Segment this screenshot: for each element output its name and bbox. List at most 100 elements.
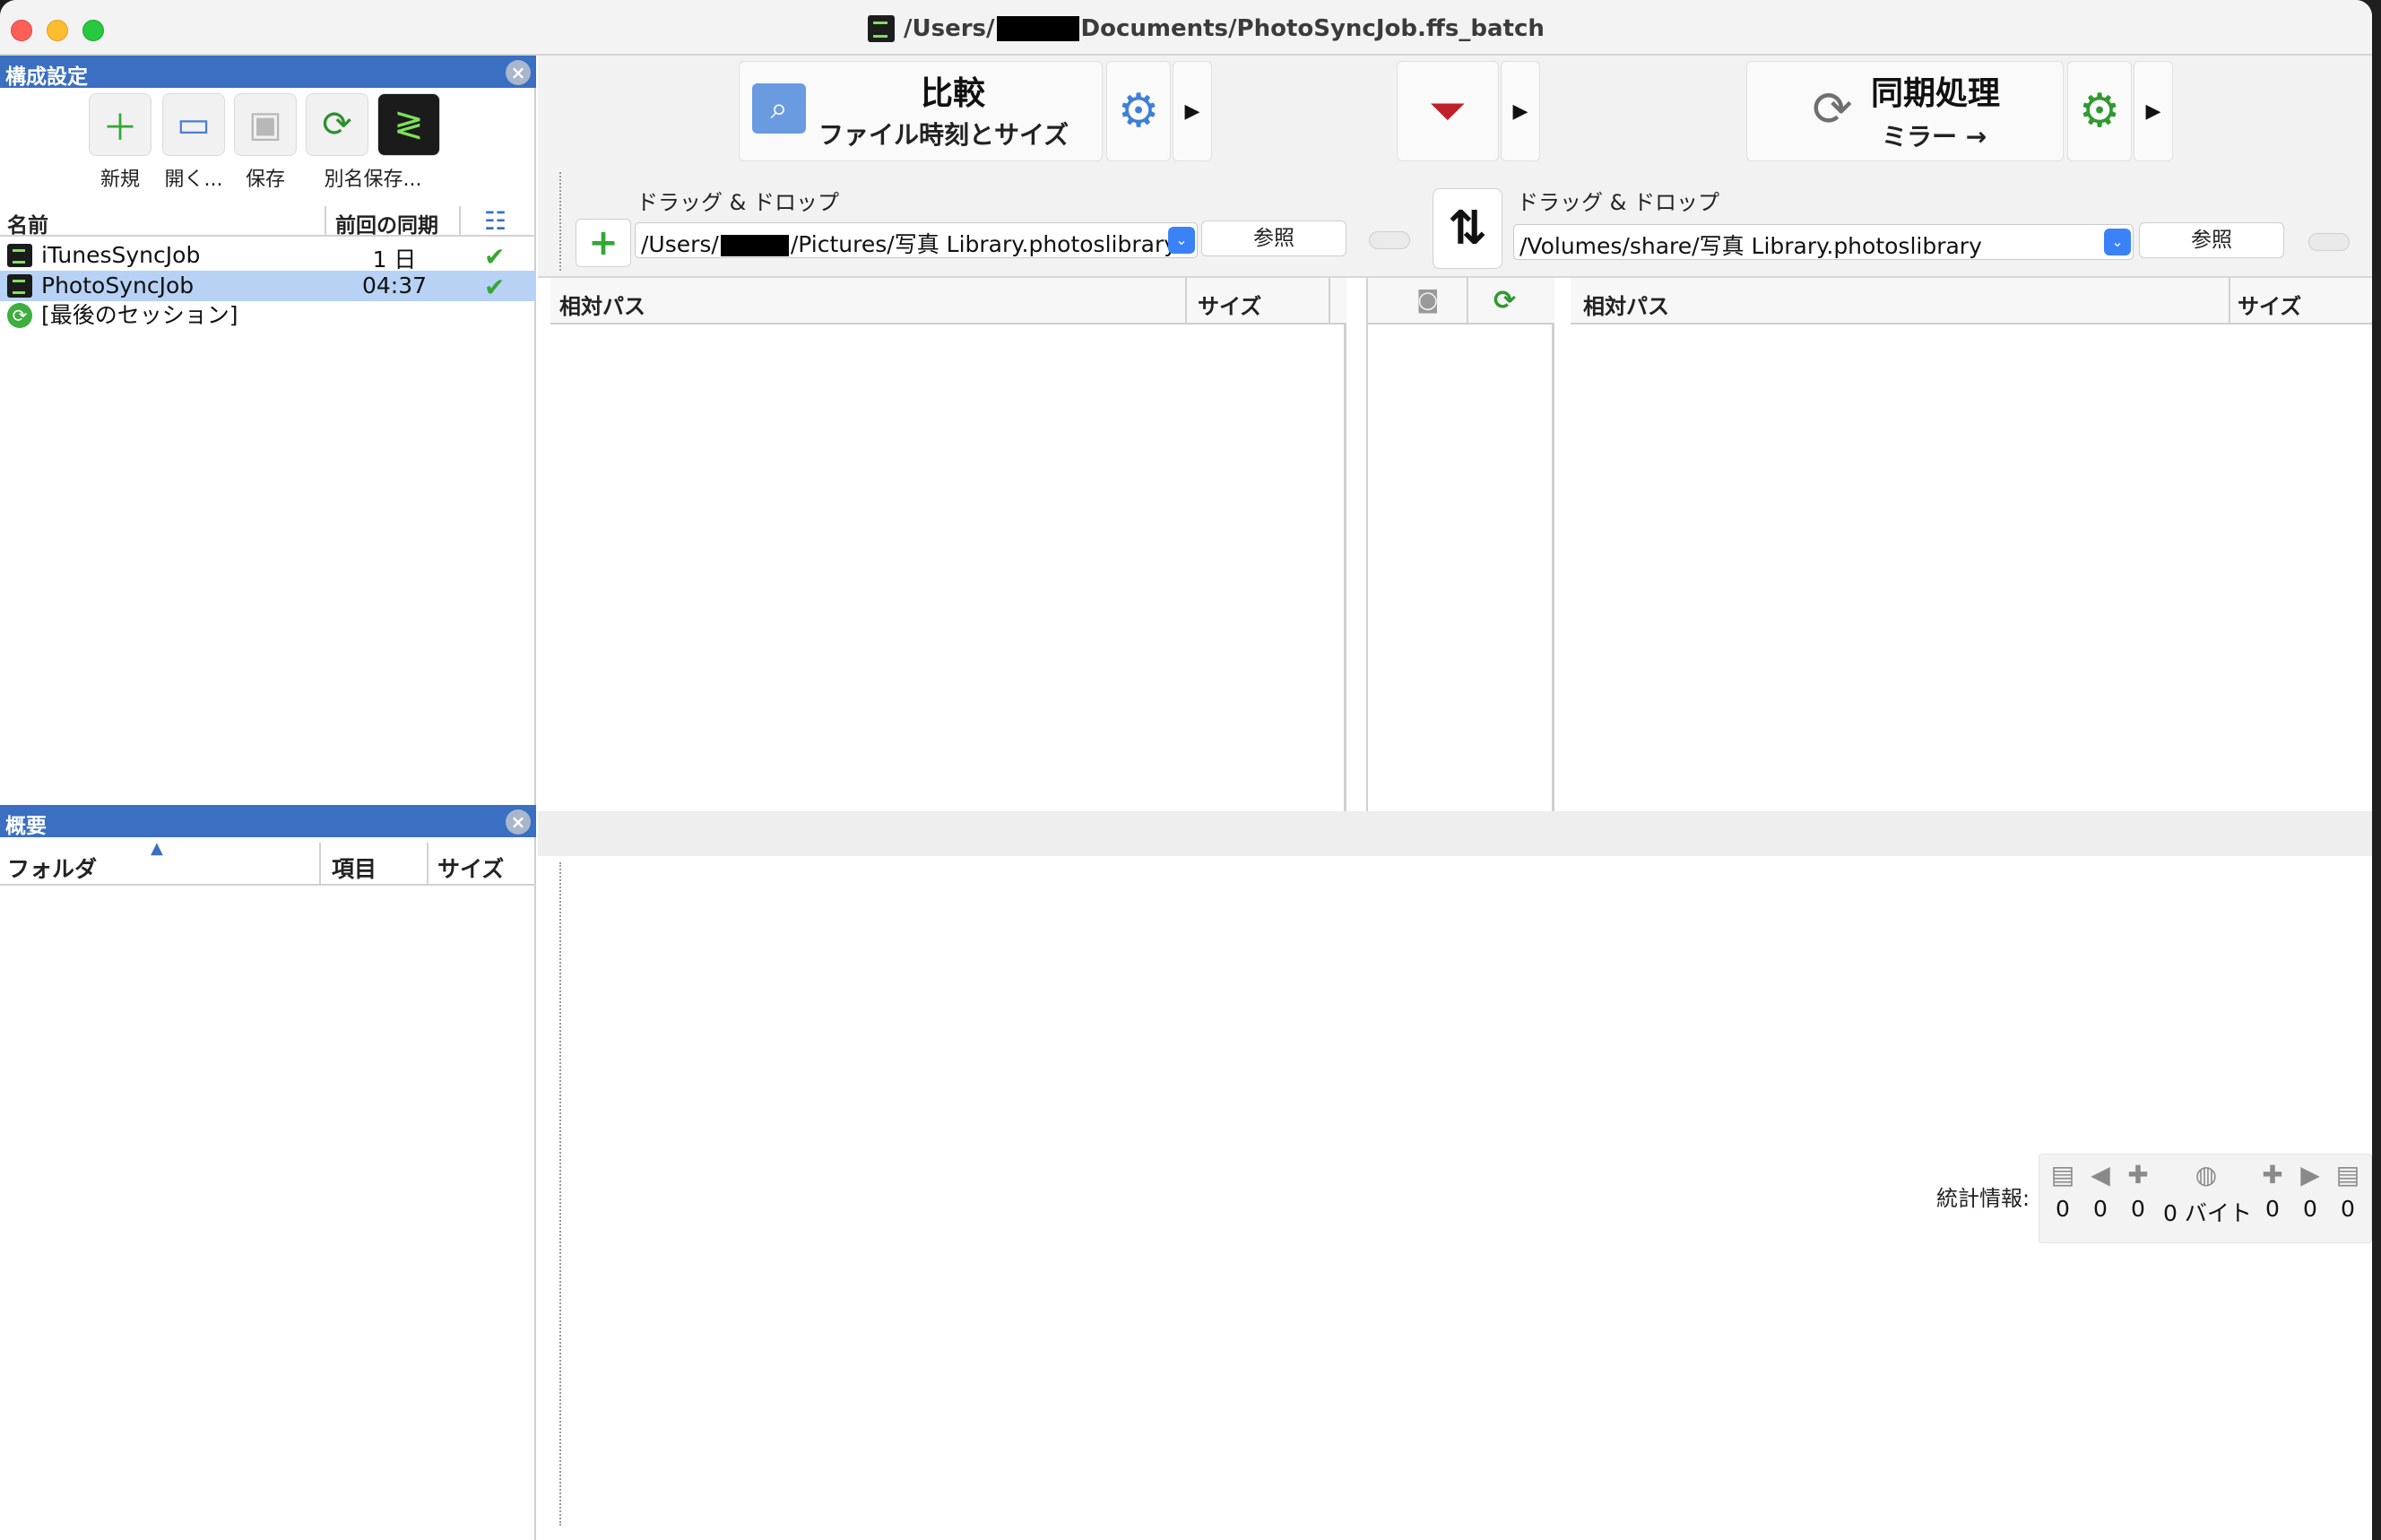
- close-panel-icon[interactable]: ×: [506, 60, 531, 85]
- create-right-icon: ✚: [2262, 1160, 2283, 1190]
- config-panel-header: 構成設定 ×: [0, 56, 536, 89]
- column-divider: [1467, 278, 1468, 323]
- window-title-prefix: /Users/: [904, 15, 995, 42]
- close-window-button[interactable]: [11, 20, 32, 41]
- right-file-grid[interactable]: [1571, 324, 2372, 811]
- data-disk-icon: ◍: [2195, 1160, 2218, 1190]
- save-as-batch-icon: ≷: [377, 93, 440, 156]
- add-folder-pair-icon[interactable]: +: [576, 219, 631, 267]
- sync-button[interactable]: ⟳ 同期処理 ミラー →: [1746, 61, 2064, 161]
- window-title: /Users/ Documents/PhotoSyncJob.ffs_batch: [868, 13, 1545, 45]
- save-as-config-label: 別名保存...: [324, 169, 422, 191]
- main-area: ⌕ 比較 ファイル時刻とサイズ ⚙ ▶ ⏷ ▶ ⟳ 同期処理 ミラー → ⚙ ▶…: [538, 56, 2372, 1540]
- statistics-label: 統計情報:: [1936, 1186, 2030, 1211]
- right-drop-label: ドラッグ & ドロップ: [1517, 190, 1719, 215]
- job-last-sync: 1 日: [372, 247, 417, 273]
- middle-action-grid[interactable]: [1366, 324, 1554, 811]
- right-cloud-icon[interactable]: [2302, 224, 2356, 260]
- right-path-text: /Volumes/share/写真 Library.photoslibrary: [1520, 233, 1982, 259]
- sync-settings-gear-icon[interactable]: ⚙: [2067, 61, 2132, 161]
- column-size[interactable]: サイズ: [437, 852, 504, 884]
- column-divider: [1185, 278, 1187, 323]
- sync-ok-icon: ✔: [484, 273, 506, 302]
- job-name: PhotoSyncJob: [41, 273, 195, 298]
- stat-update-right: ▶ 0: [2292, 1162, 2328, 1223]
- right-browse-button[interactable]: 参照: [2139, 222, 2284, 258]
- new-config-label: 新規: [100, 169, 140, 191]
- column-divider: [427, 843, 429, 884]
- sync-action-icon[interactable]: ⟳: [1494, 285, 1516, 316]
- save-config-label: 保存: [245, 169, 285, 191]
- column-folder[interactable]: フォルダ: [7, 852, 97, 884]
- swap-sides-icon[interactable]: ⇅: [1433, 188, 1502, 269]
- column-divider: [459, 206, 461, 235]
- sync-subtitle: ミラー →: [1882, 122, 1987, 151]
- save-config-button[interactable]: ▣ 保存: [231, 93, 299, 192]
- maximize-window-button[interactable]: [82, 20, 104, 41]
- column-last-sync[interactable]: 前回の同期: [335, 208, 438, 238]
- category-camera-icon[interactable]: ◙: [1416, 287, 1439, 314]
- save-as-config-label-wrap: 別名保存...: [310, 163, 436, 192]
- column-items[interactable]: 項目: [332, 852, 377, 884]
- left-col-size[interactable]: サイズ: [1198, 289, 1261, 320]
- left-folder-path[interactable]: /Users/ /Pictures/写真 Library.photoslibrar…: [635, 222, 1198, 258]
- save-as-batch-button[interactable]: ≷: [375, 93, 443, 163]
- right-folder-path[interactable]: /Volumes/share/写真 Library.photoslibrary …: [1513, 224, 2134, 260]
- redacted-username: [720, 235, 789, 256]
- config-row-last-session[interactable]: ⟳ [最後のセッション]: [0, 299, 536, 330]
- compare-options-arrow-icon[interactable]: ▶: [1173, 61, 1212, 161]
- stat-bytes: ◍ 0 バイト: [2163, 1160, 2252, 1228]
- create-left-icon: ▤: [2050, 1160, 2075, 1190]
- column-divider: [1329, 278, 1330, 323]
- left-browse-button[interactable]: 参照: [1201, 221, 1346, 256]
- right-col-relative-path[interactable]: 相対パス: [1583, 289, 1669, 320]
- batch-job-icon: [7, 274, 32, 298]
- last-session-icon: ⟳: [7, 303, 32, 328]
- sync-options-arrow-icon[interactable]: ▶: [2134, 61, 2173, 161]
- column-divider: [319, 843, 321, 884]
- left-pane: 構成設定 × ＋ 新規 ▭ 開く... ▣ 保存 ⟳ ≷ 別名保存... 名前 …: [0, 56, 536, 1540]
- title-bar: /Users/ Documents/PhotoSyncJob.ffs_batch: [0, 0, 2372, 56]
- compare-button[interactable]: ⌕ 比較 ファイル時刻とサイズ: [739, 61, 1103, 161]
- stat-delete-right: ▤ 0: [2330, 1162, 2366, 1223]
- minimize-window-button[interactable]: [47, 20, 68, 41]
- right-grid-header: 相対パス サイズ: [1571, 278, 2372, 324]
- right-path-dropdown-icon[interactable]: ⌄: [2104, 229, 2131, 255]
- left-col-relative-path[interactable]: 相対パス: [559, 289, 645, 320]
- stat-value: 0 バイト: [2163, 1200, 2252, 1226]
- statistics-box: ▤ 0 ◀ 0 ✚ 0 ◍ 0 バイト ✚ 0 ▶ 0 ▤ 0: [2039, 1154, 2372, 1243]
- right-col-size[interactable]: サイズ: [2238, 289, 2301, 320]
- compare-settings-gear-icon[interactable]: ⚙: [1106, 61, 1171, 161]
- filter-funnel-icon[interactable]: ⏷: [1397, 61, 1499, 161]
- drag-handle[interactable]: [559, 862, 561, 1526]
- stat-value: 0: [2265, 1196, 2280, 1222]
- last-session-label: [最後のセッション]: [41, 302, 238, 328]
- drag-handle[interactable]: [559, 172, 561, 271]
- summary-panel-title: 概要: [5, 815, 47, 838]
- left-file-grid[interactable]: [550, 324, 1346, 811]
- config-panel-title: 構成設定: [5, 65, 88, 89]
- config-list-header: 名前 前回の同期 ☷: [0, 206, 536, 238]
- new-config-button[interactable]: ＋ 新規: [86, 93, 154, 192]
- save-as-config-button[interactable]: ⟳: [303, 93, 371, 163]
- stat-delete-left: ✚ 0: [2120, 1162, 2156, 1223]
- sort-ascending-icon: ▲: [151, 839, 163, 858]
- stat-create-right: ✚ 0: [2255, 1160, 2290, 1223]
- batch-file-icon: [868, 15, 895, 42]
- save-as-sync-icon: ⟳: [306, 93, 368, 156]
- horizontal-splitter[interactable]: [538, 811, 2372, 856]
- window-title-suffix: Documents/PhotoSyncJob.ffs_batch: [1080, 15, 1545, 42]
- config-row-itunes[interactable]: iTunesSyncJob 1 日 ✔: [0, 240, 536, 273]
- column-options-icon[interactable]: ☷: [484, 206, 507, 236]
- close-panel-icon[interactable]: ×: [506, 809, 531, 835]
- sync-arrows-icon: ⟳: [1812, 81, 1853, 137]
- config-row-photosync[interactable]: PhotoSyncJob 04:37 ✔: [0, 271, 536, 302]
- open-config-button[interactable]: ▭ 開く...: [160, 93, 228, 192]
- save-disk-icon: ▣: [234, 93, 297, 156]
- stat-update-left: ◀ 0: [2082, 1162, 2118, 1223]
- left-cloud-icon[interactable]: [1363, 222, 1416, 258]
- compare-subtitle: ファイル時刻とサイズ: [818, 120, 1069, 150]
- column-name[interactable]: 名前: [7, 208, 48, 238]
- filter-options-arrow-icon[interactable]: ▶: [1501, 61, 1540, 161]
- left-path-dropdown-icon[interactable]: ⌄: [1168, 227, 1195, 254]
